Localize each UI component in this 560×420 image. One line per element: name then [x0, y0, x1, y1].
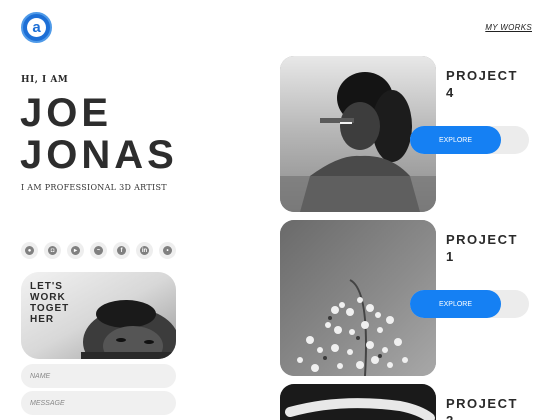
reddit-icon: • [163, 246, 172, 255]
hero-last-name: JONAS [20, 133, 178, 177]
social-reddit[interactable]: • [159, 242, 176, 259]
instagram-icon: ◘ [48, 246, 57, 255]
explore-button[interactable]: EXPLORE [410, 290, 501, 318]
contact-card: LET'S WORK TOGET HER [21, 272, 176, 359]
hero-first-name: JOE [20, 91, 113, 135]
my-works-link[interactable]: MY WORKS [485, 23, 532, 32]
project-photo[interactable] [280, 384, 436, 420]
logo-letter: a [27, 18, 46, 37]
contact-title: LET'S WORK TOGET HER [30, 281, 70, 325]
twitter-icon: ~ [94, 246, 103, 255]
social-links: ● ◘ ▸ ~ f in • [21, 242, 176, 259]
project-title: PROJECT 2 [446, 395, 518, 420]
social-instagram[interactable]: ◘ [44, 242, 61, 259]
linkedin-icon: in [140, 246, 149, 255]
project-number: 2 [446, 412, 518, 420]
project-number: 4 [446, 85, 455, 100]
github-icon: ● [25, 246, 34, 255]
project-word: PROJECT [446, 68, 518, 83]
youtube-icon: ▸ [71, 246, 80, 255]
social-facebook[interactable]: f [113, 242, 130, 259]
name-input[interactable]: NAME [21, 364, 176, 388]
project-word: PROJECT [446, 232, 518, 247]
facebook-icon: f [117, 246, 126, 255]
explore-button[interactable]: EXPLORE [410, 126, 501, 154]
hero-tagline: I AM PROFESSIONAL 3D ARTIST [21, 183, 167, 192]
explore-track: EXPLORE [410, 290, 529, 318]
social-youtube[interactable]: ▸ [67, 242, 84, 259]
project-title: PROJECT 4 [446, 67, 518, 101]
brand-logo[interactable]: a [21, 12, 52, 43]
social-linkedin[interactable]: in [136, 242, 153, 259]
project-word: PROJECT [446, 396, 518, 411]
hero-name: JOE JONAS [20, 92, 178, 176]
social-twitter[interactable]: ~ [90, 242, 107, 259]
explore-track: EXPLORE [410, 126, 529, 154]
project-image [280, 384, 436, 420]
project-number: 1 [446, 249, 455, 264]
greeting-text: HI, I AM [21, 75, 69, 85]
message-input[interactable]: MESSAGE [21, 391, 176, 415]
project-title: PROJECT 1 [446, 231, 518, 265]
social-github[interactable]: ● [21, 242, 38, 259]
